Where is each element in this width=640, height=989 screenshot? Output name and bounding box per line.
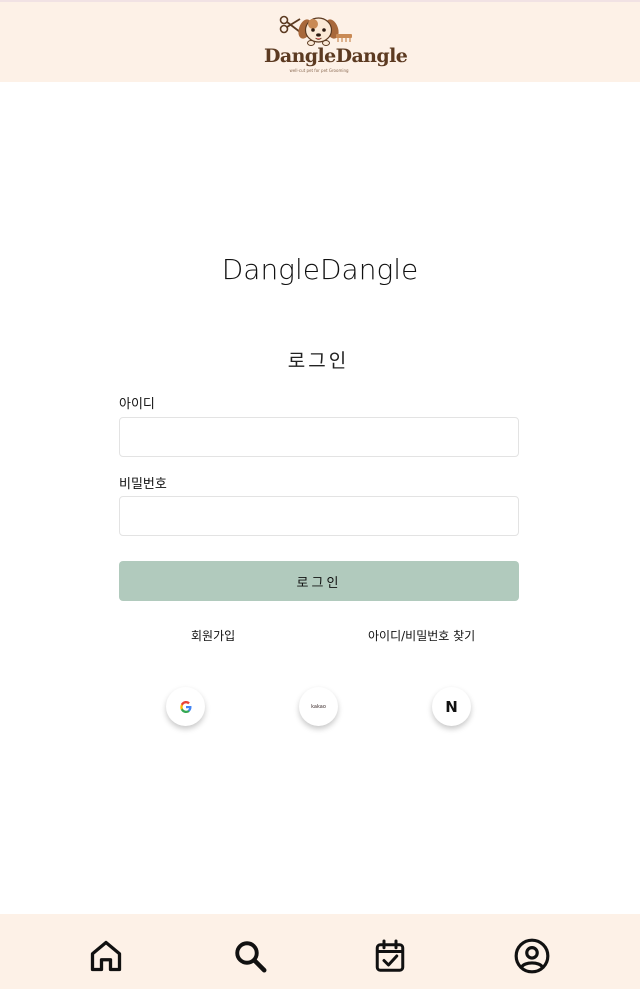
search-icon	[235, 941, 267, 973]
logo-wordmark: DangleDangle	[264, 45, 408, 67]
login-page: DangleDangle well-cut pet for pet Groomi…	[0, 0, 640, 989]
nav-profile[interactable]	[512, 936, 552, 976]
signup-link[interactable]: 회원가입	[191, 627, 235, 644]
logo-tagline: well-cut pet for pet Grooming	[289, 68, 349, 73]
find-account-link[interactable]: 아이디/비밀번호 찾기	[368, 627, 475, 644]
nav-home[interactable]	[86, 936, 126, 976]
logo[interactable]: DangleDangle well-cut pet for pet Groomi…	[262, 12, 408, 78]
naver-logo-text: N	[445, 697, 458, 716]
login-button[interactable]: 로그인	[119, 561, 519, 601]
id-input[interactable]	[119, 417, 519, 457]
bottom-nav	[0, 914, 640, 989]
kakao-login-button[interactable]: kakao	[299, 687, 338, 726]
naver-login-button[interactable]: N	[432, 687, 471, 726]
kakao-logo-text: kakao	[311, 703, 326, 710]
login-heading: 로그인	[287, 350, 350, 372]
top-header: DangleDangle well-cut pet for pet Groomi…	[0, 0, 640, 82]
google-g-icon	[179, 700, 191, 713]
google-login-button[interactable]	[166, 687, 205, 726]
password-label: 비밀번호	[119, 477, 167, 492]
nav-search[interactable]	[230, 936, 270, 976]
calendar-check-icon	[375, 939, 405, 972]
brand-title: DangleDangle	[221, 253, 419, 286]
profile-icon	[514, 938, 550, 974]
nav-reservation[interactable]	[370, 936, 410, 976]
id-label: 아이디	[119, 397, 155, 412]
password-input[interactable]	[119, 496, 519, 536]
home-icon	[90, 940, 122, 972]
